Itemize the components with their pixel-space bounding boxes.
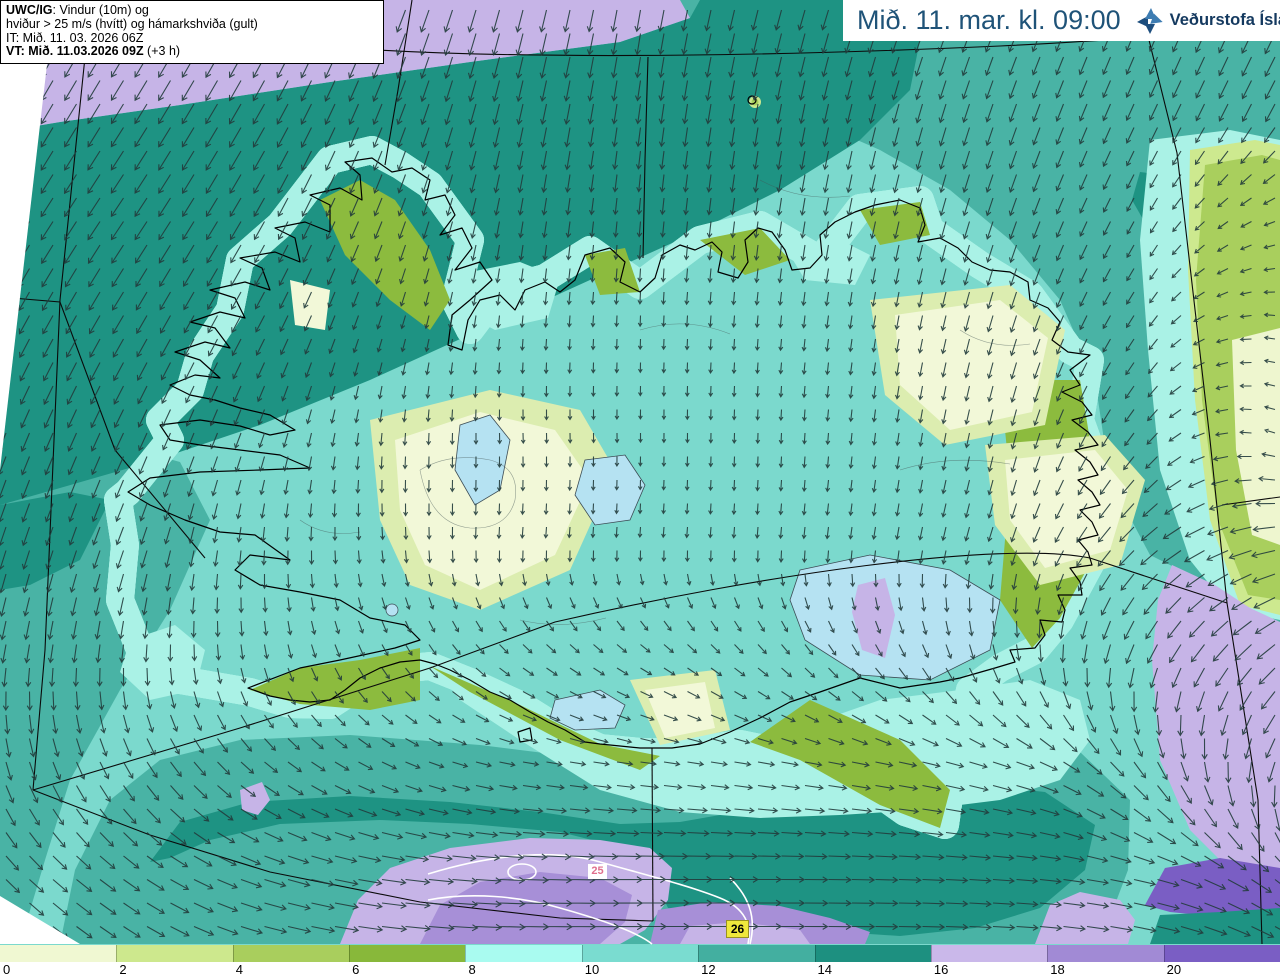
legend-segment — [1163, 945, 1280, 962]
legend-segment — [698, 945, 815, 962]
info-line-3: IT: Mið. 11. 03. 2026 06Z — [6, 30, 144, 45]
legend-segment — [232, 945, 350, 962]
legend-segment — [465, 945, 582, 962]
valid-time-title: Mið. 11. mar. kl. 09:00 — [857, 5, 1121, 35]
info-line-1: UWC/IG: Vindur (10m) og — [6, 3, 149, 17]
legend-segment — [0, 945, 117, 962]
weather-map-stage — [0, 0, 1280, 978]
legend-segment — [930, 945, 1048, 962]
legend-segment — [116, 945, 233, 962]
legend-segment — [581, 945, 699, 962]
wind-speed-legend: 0 2 4 6 8 10 12 14 16 18 20 — [0, 945, 1280, 978]
legend-tick: 14 — [817, 962, 832, 977]
gust-contour-label-26: 26 — [726, 920, 749, 938]
legend-color-band — [0, 945, 1280, 962]
legend-tick-labels: 0 2 4 6 8 10 12 14 16 18 20 — [0, 962, 1280, 978]
legend-tick: 12 — [701, 962, 716, 977]
legend-segment — [349, 945, 466, 962]
legend-tick: 18 — [1050, 962, 1065, 977]
info-line-2: hviður > 25 m/s (hvítt) og hámarkshviða … — [6, 16, 258, 31]
legend-tick: 2 — [119, 962, 127, 977]
gust-contour-label-25: 25 — [588, 864, 607, 879]
met-office-logo-link[interactable]: Veðurstofa Íslands — [1135, 6, 1280, 36]
legend-segment — [814, 945, 931, 962]
legend-tick: 16 — [933, 962, 949, 977]
wind-map-canvas — [0, 0, 1280, 978]
model-info-box: UWC/IG: Vindur (10m) og hviður > 25 m/s … — [0, 0, 384, 64]
info-line-4: VT: Mið. 11.03.2026 09Z (+3 h) — [6, 44, 181, 59]
legend-tick: 8 — [468, 962, 476, 977]
met-office-pinwheel-icon — [1136, 7, 1163, 34]
legend-tick: 10 — [584, 962, 600, 977]
lake — [385, 603, 399, 617]
header-bar: Mið. 11. mar. kl. 09:00 Veðurstofa Íslan… — [843, 0, 1280, 41]
legend-tick: 6 — [352, 962, 360, 977]
met-office-name: Veðurstofa Íslands — [1169, 11, 1280, 29]
legend-tick: 4 — [235, 962, 243, 977]
legend-tick: 20 — [1166, 962, 1182, 977]
legend-segment — [1047, 945, 1164, 962]
legend-tick: 0 — [3, 962, 11, 977]
